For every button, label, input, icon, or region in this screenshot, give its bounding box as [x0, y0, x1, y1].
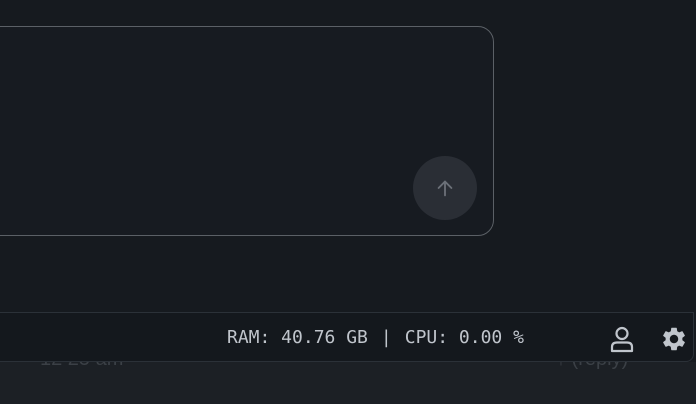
system-stats: RAM: 40.76 GB | CPU: 0.00 %	[227, 327, 524, 349]
chat-page: RAM: 40.76 GB | CPU: 0.00 % 12 25 am ↑ (re…	[0, 0, 696, 404]
user-button[interactable]	[608, 325, 636, 353]
message-timestamp: 12 25 am	[40, 362, 123, 371]
cpu-usage: CPU: 0.00 %	[404, 327, 524, 348]
reply-link[interactable]: ↑ (reply)	[556, 362, 628, 371]
stats-separator: |	[380, 327, 392, 348]
arrow-up-icon	[437, 180, 453, 197]
status-bar: RAM: 40.76 GB | CPU: 0.00 %	[0, 312, 694, 362]
partially-visible-message-footer: 12 25 am ↑ (reply)	[0, 362, 696, 404]
ram-usage: RAM: 40.76 GB	[227, 327, 368, 348]
gear-icon	[663, 327, 685, 351]
settings-button[interactable]	[660, 325, 688, 353]
send-button[interactable]	[413, 156, 477, 220]
user-icon	[610, 326, 634, 353]
